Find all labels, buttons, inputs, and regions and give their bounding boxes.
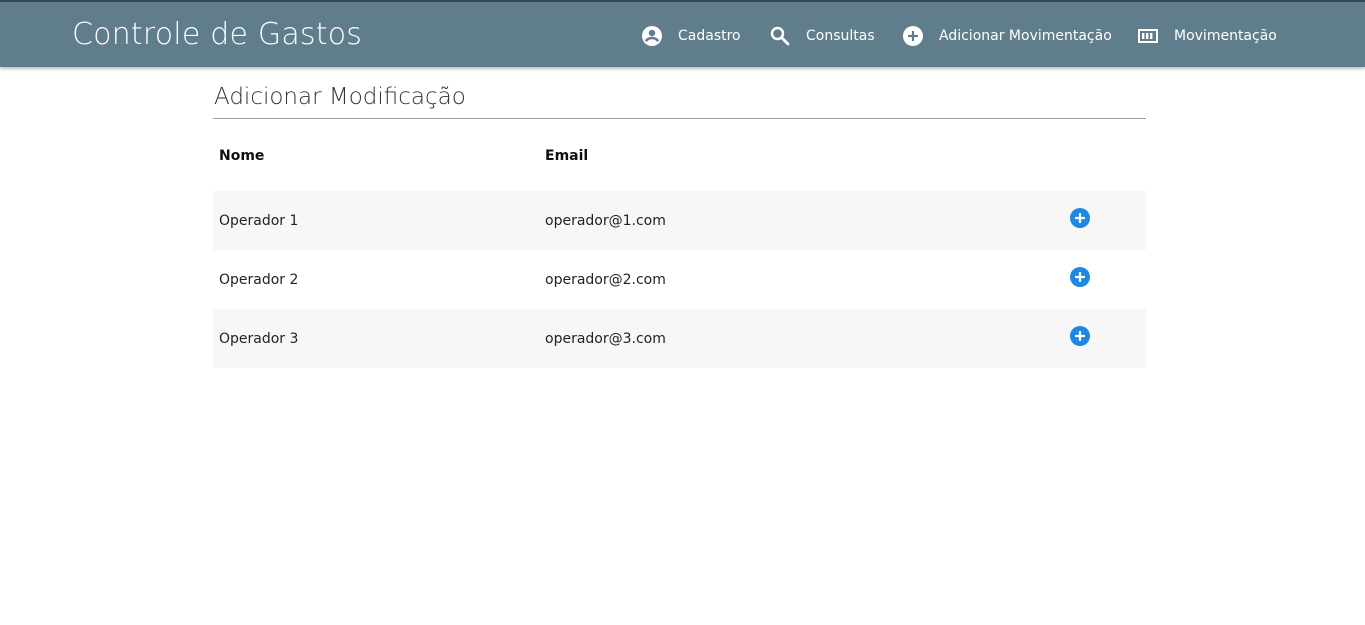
column-header-email: Email <box>545 148 589 164</box>
cell-nome: Operador 2 <box>219 271 299 288</box>
operators-table: Nome Email Operador 1 operador@1.com Ope… <box>213 121 1146 368</box>
nav-cadastro[interactable]: Cadastro <box>640 22 741 50</box>
add-circle-icon <box>901 24 925 48</box>
add-button[interactable] <box>1069 266 1091 288</box>
nav-adicionar-label: Adicionar Movimentação <box>939 28 1112 44</box>
top-app-bar: Controle de Gastos Cadastro Consultas Ad… <box>0 0 1365 67</box>
cell-nome: Operador 3 <box>213 309 539 368</box>
nav-movimentacao[interactable]: Movimentação <box>1136 22 1277 50</box>
table-row: Operador 3 operador@3.com <box>213 309 1146 368</box>
nav-cadastro-label: Cadastro <box>678 28 741 44</box>
table-row: Operador 2 operador@2.com <box>213 250 1146 309</box>
nav-movimentacao-label: Movimentação <box>1174 28 1277 44</box>
cell-email: operador@1.com <box>539 191 1065 250</box>
search-icon <box>768 24 792 48</box>
add-button[interactable] <box>1069 207 1091 229</box>
cell-email: operador@3.com <box>539 309 1065 368</box>
add-circle-icon <box>1070 266 1090 287</box>
cell-nome: Operador 1 <box>213 191 539 250</box>
app-title[interactable]: Controle de Gastos <box>72 17 362 52</box>
cell-actions <box>1065 309 1146 368</box>
cell-actions <box>1065 250 1146 309</box>
cell-email: operador@2.com <box>545 271 666 288</box>
nav-consultas-label: Consultas <box>806 28 875 44</box>
column-header-nome: Nome <box>219 148 265 164</box>
add-button[interactable] <box>1069 325 1091 347</box>
cell-actions <box>1065 191 1146 250</box>
nav-consultas[interactable]: Consultas <box>768 22 875 50</box>
add-circle-icon <box>1070 325 1090 346</box>
column-header-actions <box>1065 121 1146 191</box>
account-circle-icon <box>640 24 664 48</box>
nav-adicionar-movimentacao[interactable]: Adicionar Movimentação <box>901 22 1112 50</box>
table-row: Operador 1 operador@1.com <box>213 191 1146 250</box>
page-title: Adicionar Modificação <box>213 82 1146 119</box>
add-circle-icon <box>1070 207 1090 228</box>
main-content: Adicionar Modificação Nome Email Operado… <box>213 82 1146 368</box>
list-box-icon <box>1136 24 1160 48</box>
table-header-row: Nome Email <box>213 121 1146 191</box>
